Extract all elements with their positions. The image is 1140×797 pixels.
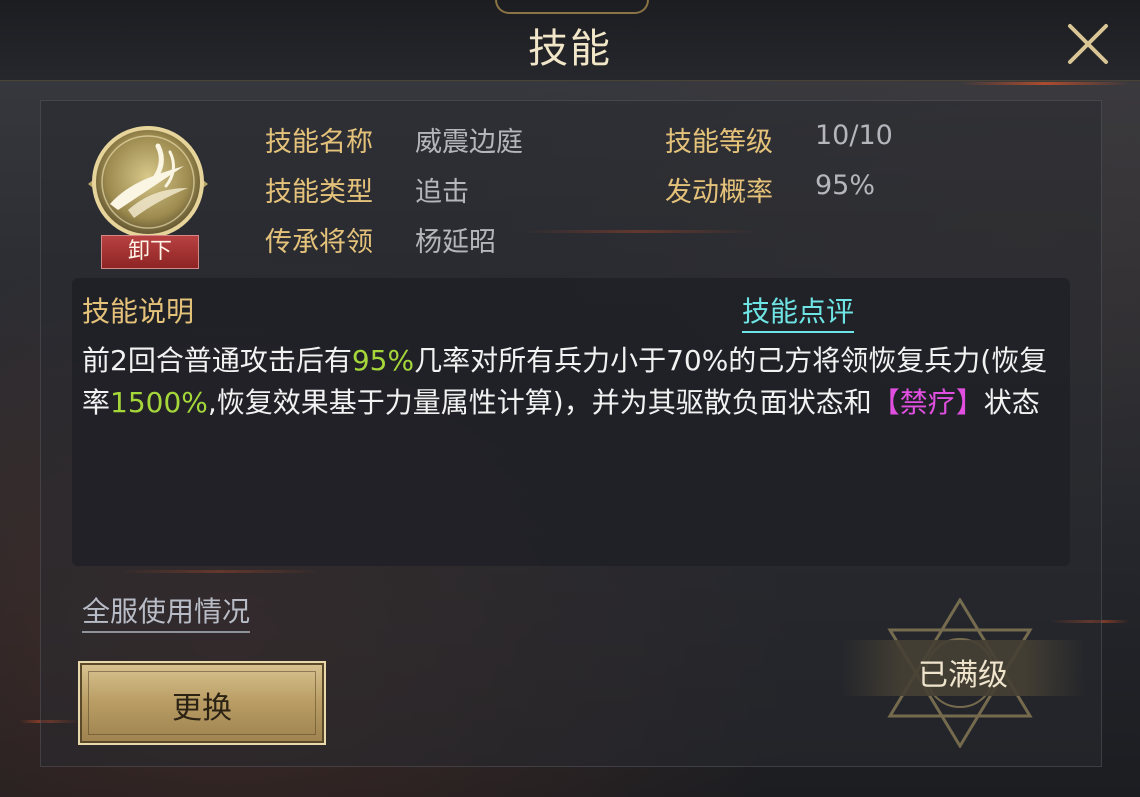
desc-highlight-rate: 1500%: [110, 386, 208, 419]
skill-type-value: 追击: [415, 177, 469, 208]
desc-highlight-status: 【禁疗】: [871, 386, 984, 419]
change-skill-button[interactable]: 更换: [78, 661, 326, 745]
skill-level-value: 10/10: [815, 120, 893, 151]
server-usage-link[interactable]: 全服使用情况: [82, 590, 251, 633]
desc-part: 前2回合普通攻击后有: [82, 344, 352, 377]
desc-part: ,恢复效果基于力量属性计算)，并为其驱散负面状态和: [207, 386, 872, 419]
unequip-button[interactable]: 卸下: [101, 235, 199, 269]
close-icon: [1068, 24, 1108, 64]
skill-icon[interactable]: [88, 124, 208, 244]
description-text: 前2回合普通攻击后有95%几率对所有兵力小于70%的己方将领恢复兵力(恢复率15…: [82, 340, 1057, 424]
skill-name-label: 技能名称: [265, 127, 373, 158]
desc-highlight-chance: 95%: [351, 344, 415, 377]
skill-name-value: 威震边庭: [415, 127, 523, 158]
trigger-chance-value: 95%: [815, 170, 876, 201]
close-button[interactable]: [1066, 22, 1110, 66]
title-ornament: [495, 0, 649, 14]
max-level-label: 已满级: [918, 658, 1008, 693]
inherit-general-value: 杨延昭: [415, 227, 496, 258]
desc-part: 状态: [983, 386, 1040, 419]
page-title: 技能: [528, 26, 612, 72]
trigger-chance-label: 发动概率: [665, 177, 773, 208]
title-bar: 技能: [0, 0, 1140, 81]
skill-level-label: 技能等级: [665, 127, 773, 158]
change-button-label: 更换: [172, 691, 232, 726]
description-title: 技能说明: [82, 295, 195, 328]
skill-type-label: 技能类型: [265, 177, 373, 208]
skill-emblem-icon: [88, 126, 208, 238]
skill-review-link[interactable]: 技能点评: [742, 290, 855, 333]
ember-streak: [960, 82, 1130, 85]
inherit-general-label: 传承将领: [265, 227, 373, 258]
